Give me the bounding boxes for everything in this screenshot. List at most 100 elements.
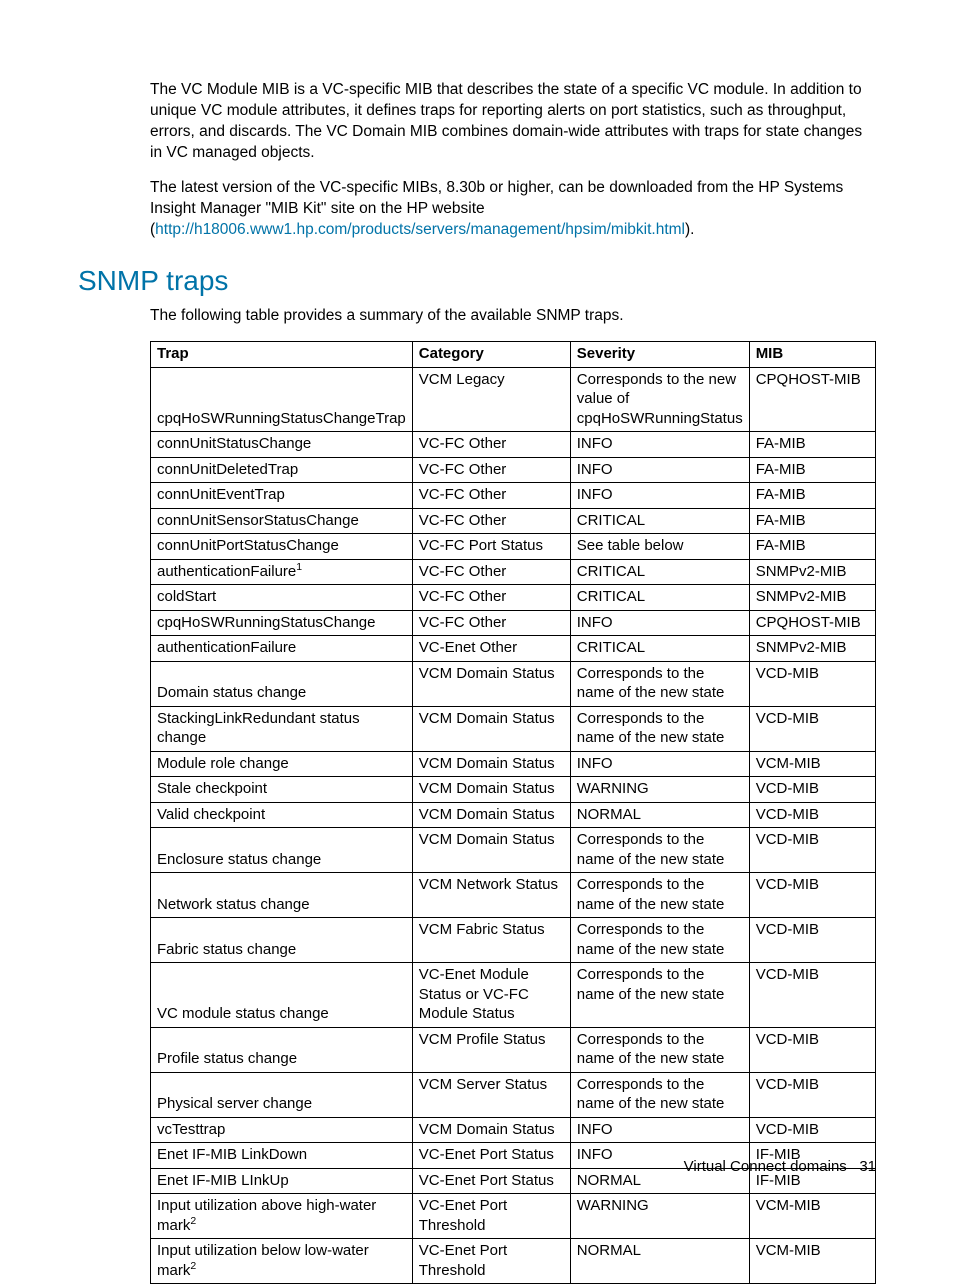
cell-trap: connUnitEventTrap [151,483,413,509]
cell-trap: Network status change [151,873,413,918]
cell-trap: Enclosure status change [151,828,413,873]
cell-mib: VCD-MIB [749,828,875,873]
cell-trap: authenticationFailure1 [151,559,413,585]
cell-category: VCM Domain Status [412,706,570,751]
table-row: StackingLinkRedundant status changeVCM D… [151,706,876,751]
cell-trap: connUnitPortStatusChange [151,534,413,560]
table-row: Stale checkpointVCM Domain StatusWARNING… [151,777,876,803]
header-severity: Severity [570,342,749,368]
cell-mib: VCD-MIB [749,1117,875,1143]
cell-mib: FA-MIB [749,534,875,560]
cell-mib: SNMPv2-MIB [749,585,875,611]
cell-category: VCM Domain Status [412,751,570,777]
cell-severity: Corresponds to the name of the new state [570,706,749,751]
cell-trap: connUnitDeletedTrap [151,457,413,483]
cell-severity: Corresponds to the new value of cpqHoSWR… [570,367,749,432]
cell-severity: INFO [570,483,749,509]
cell-category: VC-FC Other [412,483,570,509]
cell-mib: VCD-MIB [749,963,875,1028]
cell-severity: See table below [570,534,749,560]
cell-trap: Profile status change [151,1027,413,1072]
cell-severity: Corresponds to the name of the new state [570,1072,749,1117]
cell-mib: VCD-MIB [749,706,875,751]
cell-trap: coldStart [151,585,413,611]
cell-category: VCM Profile Status [412,1027,570,1072]
cell-category: VC-FC Other [412,457,570,483]
section-heading: SNMP traps [78,262,876,300]
paragraph-1: The VC Module MIB is a VC-specific MIB t… [150,80,876,164]
cell-mib: VCM-MIB [749,751,875,777]
cell-severity: NORMAL [570,1239,749,1284]
table-row: authenticationFailure1VC-FC OtherCRITICA… [151,559,876,585]
cell-severity: Corresponds to the name of the new state [570,1027,749,1072]
cell-severity: Corresponds to the name of the new state [570,963,749,1028]
cell-severity: INFO [570,432,749,458]
cell-trap: StackingLinkRedundant status change [151,706,413,751]
footnote-ref: 2 [190,1260,196,1272]
cell-category: VC-FC Other [412,559,570,585]
table-row: Network status changeVCM Network StatusC… [151,873,876,918]
cell-trap: Stale checkpoint [151,777,413,803]
cell-category: VCM Domain Status [412,828,570,873]
table-row: Input utilization above high-water mark2… [151,1194,876,1239]
table-row: Input utilization below low-water mark2V… [151,1239,876,1284]
footnote-ref: 1 [296,561,302,573]
cell-trap: connUnitSensorStatusChange [151,508,413,534]
cell-severity: Corresponds to the name of the new state [570,828,749,873]
footer-page: 31 [859,1158,876,1175]
cell-mib: VCD-MIB [749,802,875,828]
cell-category: VC-FC Other [412,508,570,534]
snmp-traps-table: Trap Category Severity MIB cpqHoSWRunnin… [150,341,876,1284]
cell-trap: cpqHoSWRunningStatusChangeTrap [151,367,413,432]
mibkit-link[interactable]: http://h18006.www1.hp.com/products/serve… [155,221,685,238]
cell-trap: Domain status change [151,661,413,706]
cell-trap: Fabric status change [151,918,413,963]
table-row: Module role changeVCM Domain StatusINFOV… [151,751,876,777]
cell-severity: NORMAL [570,802,749,828]
footer-text: Virtual Connect domains [684,1158,847,1175]
table-row: connUnitPortStatusChangeVC-FC Port Statu… [151,534,876,560]
table-row: Profile status changeVCM Profile StatusC… [151,1027,876,1072]
table-row: connUnitSensorStatusChangeVC-FC OtherCRI… [151,508,876,534]
cell-trap: Enet IF-MIB LinkDown [151,1143,413,1169]
table-row: Valid checkpointVCM Domain StatusNORMALV… [151,802,876,828]
cell-severity: INFO [570,1117,749,1143]
cell-category: VCM Domain Status [412,777,570,803]
table-header-row: Trap Category Severity MIB [151,342,876,368]
cell-category: VCM Domain Status [412,802,570,828]
table-row: Enclosure status changeVCM Domain Status… [151,828,876,873]
cell-category: VC-Enet Other [412,636,570,662]
cell-severity: CRITICAL [570,636,749,662]
table-intro: The following table provides a summary o… [150,306,876,327]
cell-mib: FA-MIB [749,457,875,483]
table-row: vcTesttrapVCM Domain StatusINFOVCD-MIB [151,1117,876,1143]
cell-trap: vcTesttrap [151,1117,413,1143]
cell-trap: Physical server change [151,1072,413,1117]
table-row: connUnitDeletedTrapVC-FC OtherINFOFA-MIB [151,457,876,483]
table-row: Physical server changeVCM Server StatusC… [151,1072,876,1117]
cell-mib: SNMPv2-MIB [749,559,875,585]
cell-category: VC-Enet Module Status or VC-FC Module St… [412,963,570,1028]
cell-trap: connUnitStatusChange [151,432,413,458]
cell-severity: CRITICAL [570,559,749,585]
cell-category: VCM Domain Status [412,661,570,706]
cell-category: VC-FC Other [412,432,570,458]
header-mib: MIB [749,342,875,368]
cell-mib: VCD-MIB [749,1072,875,1117]
cell-category: VC-FC Port Status [412,534,570,560]
table-row: connUnitEventTrapVC-FC OtherINFOFA-MIB [151,483,876,509]
table-row: coldStartVC-FC OtherCRITICALSNMPv2-MIB [151,585,876,611]
cell-trap: Module role change [151,751,413,777]
cell-severity: INFO [570,457,749,483]
table-row: connUnitStatusChangeVC-FC OtherINFOFA-MI… [151,432,876,458]
table-row: authenticationFailureVC-Enet OtherCRITIC… [151,636,876,662]
cell-severity: WARNING [570,777,749,803]
cell-category: VC-Enet Port Status [412,1143,570,1169]
cell-mib: VCD-MIB [749,661,875,706]
header-category: Category [412,342,570,368]
cell-trap: Input utilization below low-water mark2 [151,1239,413,1284]
cell-category: VC-Enet Port Threshold [412,1239,570,1284]
table-row: cpqHoSWRunningStatusChangeTrapVCM Legacy… [151,367,876,432]
para2-text-b: ). [685,221,694,238]
table-row: Domain status changeVCM Domain StatusCor… [151,661,876,706]
